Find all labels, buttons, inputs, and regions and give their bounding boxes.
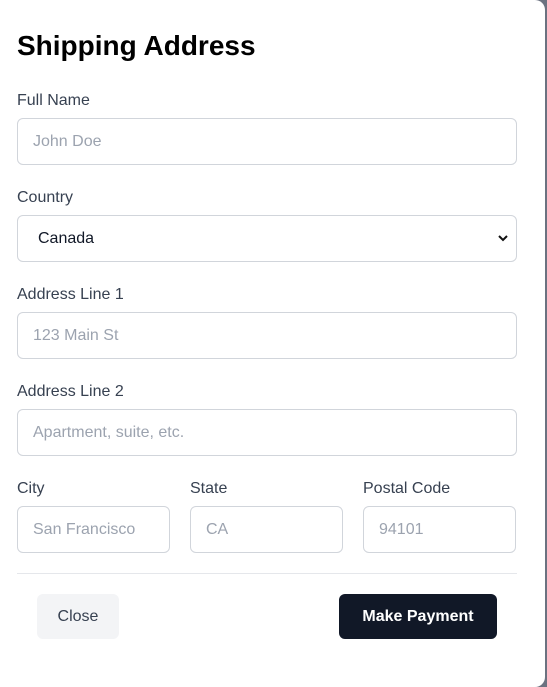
address2-label: Address Line 2	[17, 383, 124, 400]
close-button[interactable]: Close	[37, 594, 119, 639]
state-label: State	[190, 480, 228, 497]
city-input[interactable]	[17, 506, 170, 553]
country-selected-value: Canada	[38, 229, 95, 247]
footer-divider	[17, 573, 517, 574]
postal-code-input[interactable]	[363, 506, 516, 553]
make-payment-button[interactable]: Make Payment	[339, 594, 497, 639]
shipping-address-modal: Shipping Address Full Name Country Canad…	[0, 0, 545, 687]
city-label: City	[17, 480, 45, 497]
country-label: Country	[17, 189, 74, 206]
country-select[interactable]: Canada	[17, 215, 517, 262]
address1-input[interactable]	[17, 312, 517, 359]
address2-input[interactable]	[17, 409, 517, 456]
full-name-input[interactable]	[17, 118, 517, 165]
address1-label: Address Line 1	[17, 286, 124, 303]
modal-title: Shipping Address	[17, 30, 256, 61]
full-name-label: Full Name	[17, 92, 90, 109]
chevron-down-icon	[498, 235, 508, 242]
postal-code-label: Postal Code	[363, 480, 451, 497]
state-input[interactable]	[190, 506, 343, 553]
